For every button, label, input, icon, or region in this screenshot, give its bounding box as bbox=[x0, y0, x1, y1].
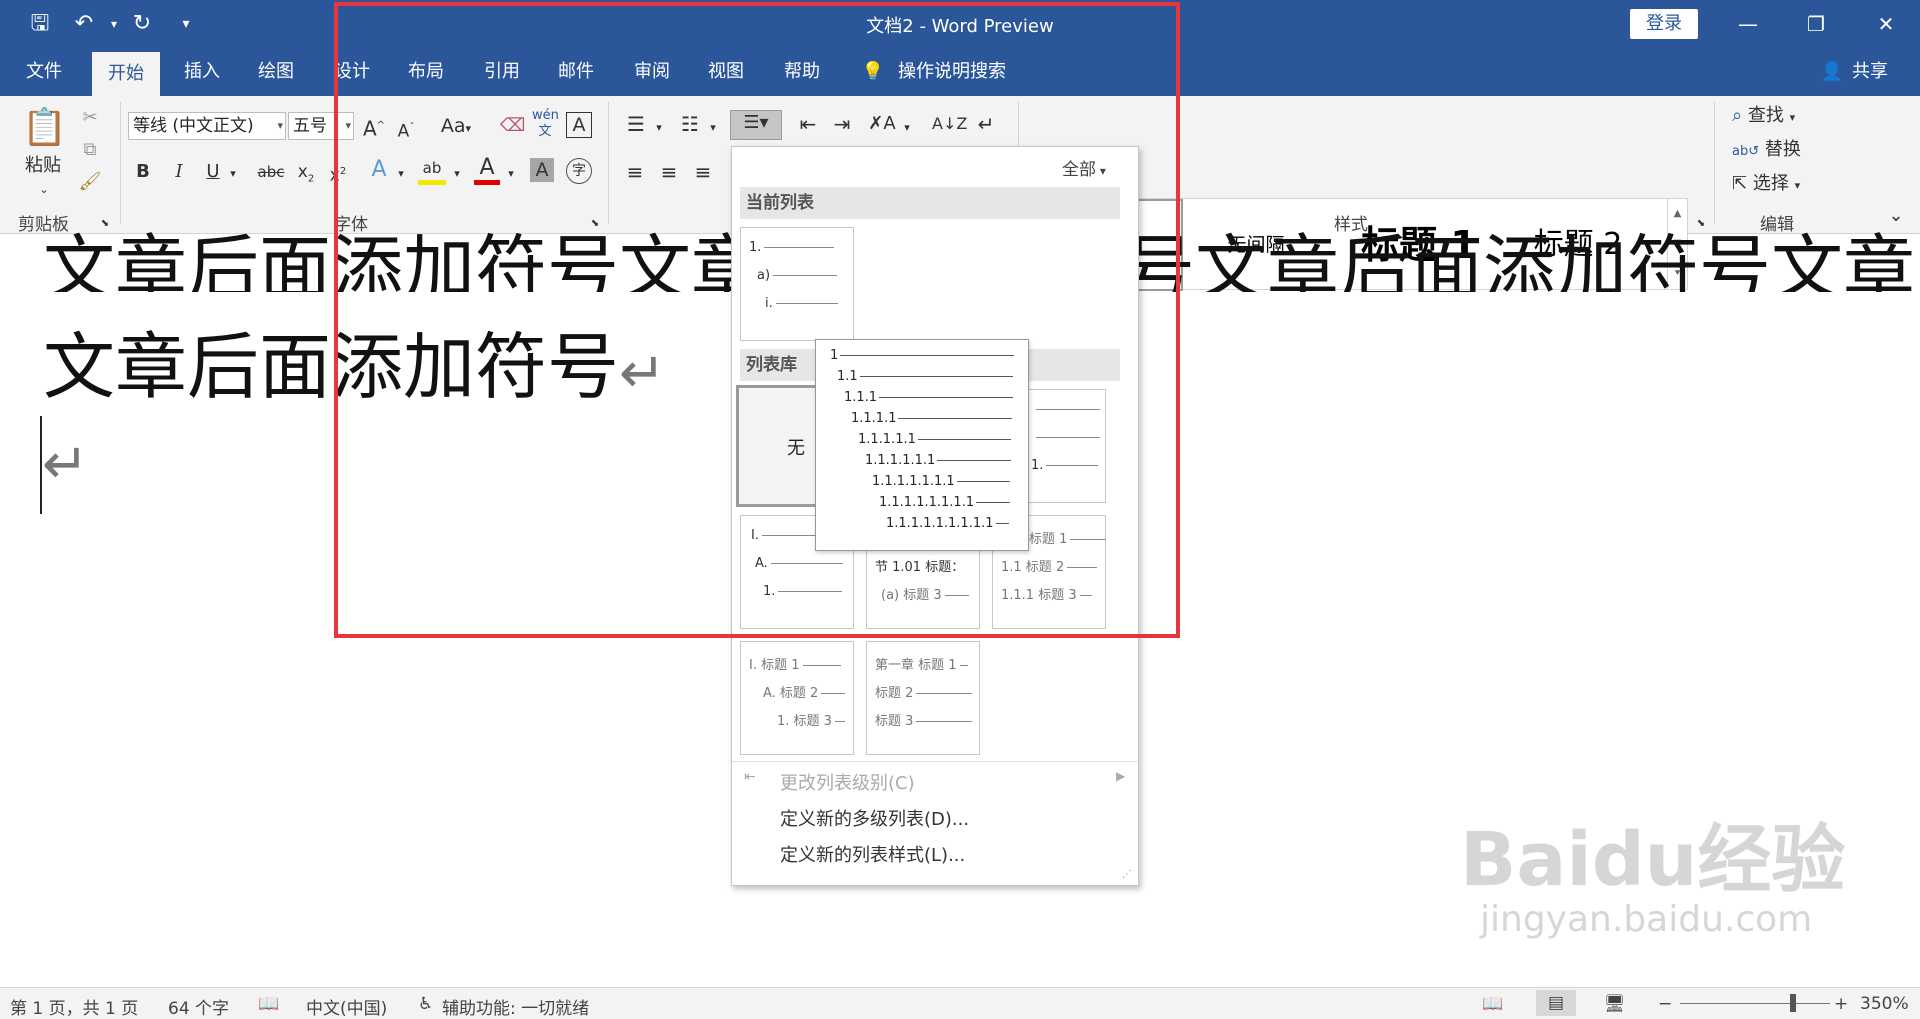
cut-icon[interactable]: ✂ bbox=[76, 106, 104, 130]
zoom-slider-thumb[interactable] bbox=[1790, 994, 1796, 1012]
restore-icon[interactable]: ❐ bbox=[1796, 8, 1836, 40]
subscript-icon[interactable]: x2 bbox=[294, 160, 318, 191]
list-level-3: 1. 标题 3 bbox=[777, 710, 845, 729]
find-button[interactable]: ⌕ 查找 ▾ bbox=[1732, 104, 1842, 130]
list-level-2: 标题 2 bbox=[875, 682, 973, 701]
list-level-2: A. 标题 2 bbox=[763, 682, 846, 701]
replace-button[interactable]: ab↺ 替换 bbox=[1732, 138, 1842, 164]
find-label: 查找 bbox=[1747, 105, 1784, 126]
select-label: 选择 bbox=[1752, 173, 1789, 194]
list-level-1: I. 标题 1 bbox=[749, 654, 841, 673]
level-change-icon: ⇤ bbox=[744, 769, 756, 785]
level-label: A. 标题 2 bbox=[763, 686, 819, 701]
define-list-style-item[interactable]: 定义新的列表样式(L)... bbox=[780, 841, 965, 867]
login-button[interactable]: 登录 bbox=[1630, 9, 1698, 39]
level-label: I. 标题 1 bbox=[749, 658, 800, 673]
list-library-thumb[interactable]: 第一章 标题 1 标题 2 标题 3 bbox=[866, 641, 980, 755]
paste-icon[interactable]: 📋 bbox=[22, 106, 67, 150]
print-layout-icon[interactable]: ▤ bbox=[1536, 990, 1576, 1016]
proofing-icon[interactable]: 📖 bbox=[258, 994, 279, 1014]
rule-line bbox=[959, 665, 968, 666]
replace-icon: ab↺ bbox=[1732, 144, 1760, 159]
tab-file[interactable]: 文件 bbox=[12, 48, 76, 96]
web-layout-icon[interactable]: 🖥 bbox=[1604, 994, 1626, 1014]
rule-line bbox=[821, 693, 846, 694]
watermark-url: jingyan.baidu.com bbox=[1480, 899, 1813, 940]
chevron-down-icon: ▾ bbox=[1794, 179, 1801, 192]
rule-line bbox=[834, 721, 845, 722]
italic-icon[interactable]: I bbox=[168, 160, 190, 184]
change-list-level-item: 更改列表级别(C) bbox=[780, 773, 915, 794]
read-mode-icon[interactable]: 📖 bbox=[1482, 994, 1503, 1014]
chevron-down-icon: ▾ bbox=[277, 119, 283, 132]
page-count[interactable]: 第 1 页，共 1 页 bbox=[10, 994, 138, 1019]
underline-icon[interactable]: U bbox=[202, 160, 224, 184]
status-bar: 第 1 页，共 1 页 64 个字 📖 中文(中国) ♿ 辅助功能: 一切就绪 … bbox=[0, 987, 1920, 1019]
paste-dropdown-icon[interactable]: ⌄ bbox=[34, 178, 54, 202]
accessibility-icon[interactable]: ♿ bbox=[418, 994, 433, 1014]
level-label: 标题 2 bbox=[875, 686, 914, 701]
group-divider bbox=[1714, 102, 1715, 224]
language[interactable]: 中文(中国) bbox=[306, 994, 387, 1019]
level-label: 标题 3 bbox=[875, 714, 914, 729]
level-label: 第一章 标题 1 bbox=[875, 658, 957, 673]
zoom-level[interactable]: 350% bbox=[1860, 994, 1909, 1014]
chevron-right-icon: ▶ bbox=[1116, 769, 1126, 783]
level-label: 1. 标题 3 bbox=[777, 714, 832, 729]
rule-line bbox=[916, 721, 973, 722]
strikethrough-icon[interactable]: abc bbox=[254, 160, 288, 184]
close-icon[interactable]: ✕ bbox=[1866, 8, 1906, 40]
minimize-icon[interactable]: — bbox=[1728, 8, 1768, 40]
list-level-3: 标题 3 bbox=[875, 710, 973, 729]
person-icon: 👤 bbox=[1820, 61, 1844, 82]
tab-home[interactable]: 开始 bbox=[92, 52, 160, 96]
select-button[interactable]: ⇱ 选择 ▾ bbox=[1732, 172, 1842, 198]
cursor-icon: ⇱ bbox=[1732, 173, 1748, 194]
menu-divider bbox=[732, 761, 1138, 762]
accessibility-status[interactable]: 辅助功能: 一切就绪 bbox=[442, 994, 589, 1019]
tab-insert[interactable]: 插入 bbox=[170, 48, 234, 96]
paragraph-mark-icon: ↵ bbox=[42, 432, 89, 497]
bold-icon[interactable]: B bbox=[132, 160, 154, 184]
rule-line bbox=[802, 665, 841, 666]
zoom-out-icon[interactable]: − bbox=[1658, 994, 1672, 1014]
zoom-in-icon[interactable]: + bbox=[1834, 994, 1848, 1014]
format-painter-icon[interactable]: 🖌 bbox=[76, 170, 104, 194]
define-multilevel-list-item[interactable]: 定义新的多级列表(D)... bbox=[780, 805, 969, 831]
chevron-down-icon[interactable]: ▾ bbox=[226, 162, 240, 186]
tab-draw[interactable]: 绘图 bbox=[244, 48, 308, 96]
highlight-box bbox=[334, 2, 1180, 638]
font-name-select[interactable]: 等线 (中文正文) ▾ bbox=[128, 112, 286, 140]
watermark: Baidu经验 jingyan.baidu.com bbox=[1460, 820, 1845, 940]
paste-button[interactable]: 粘贴 bbox=[18, 154, 68, 178]
watermark-brand: Baidu经验 bbox=[1460, 817, 1846, 903]
list-library-thumb[interactable]: I. 标题 1 A. 标题 2 1. 标题 3 bbox=[740, 641, 854, 755]
rule-line bbox=[916, 693, 973, 694]
search-icon: ⌕ bbox=[1732, 105, 1743, 126]
word-count[interactable]: 64 个字 bbox=[168, 994, 229, 1019]
font-name-value: 等线 (中文正文) bbox=[133, 116, 254, 136]
list-level-1: 第一章 标题 1 bbox=[875, 654, 968, 673]
share-button[interactable]: 共享 bbox=[1848, 48, 1892, 96]
resize-grip-icon[interactable]: ⋰ bbox=[1122, 869, 1132, 880]
zoom-slider[interactable] bbox=[1680, 1003, 1830, 1004]
font-size-value: 五号 bbox=[293, 116, 327, 136]
copy-icon[interactable]: ⧉ bbox=[76, 138, 104, 162]
chevron-down-icon: ▾ bbox=[1789, 111, 1796, 124]
replace-label: 替换 bbox=[1764, 139, 1801, 160]
group-divider bbox=[120, 102, 121, 224]
